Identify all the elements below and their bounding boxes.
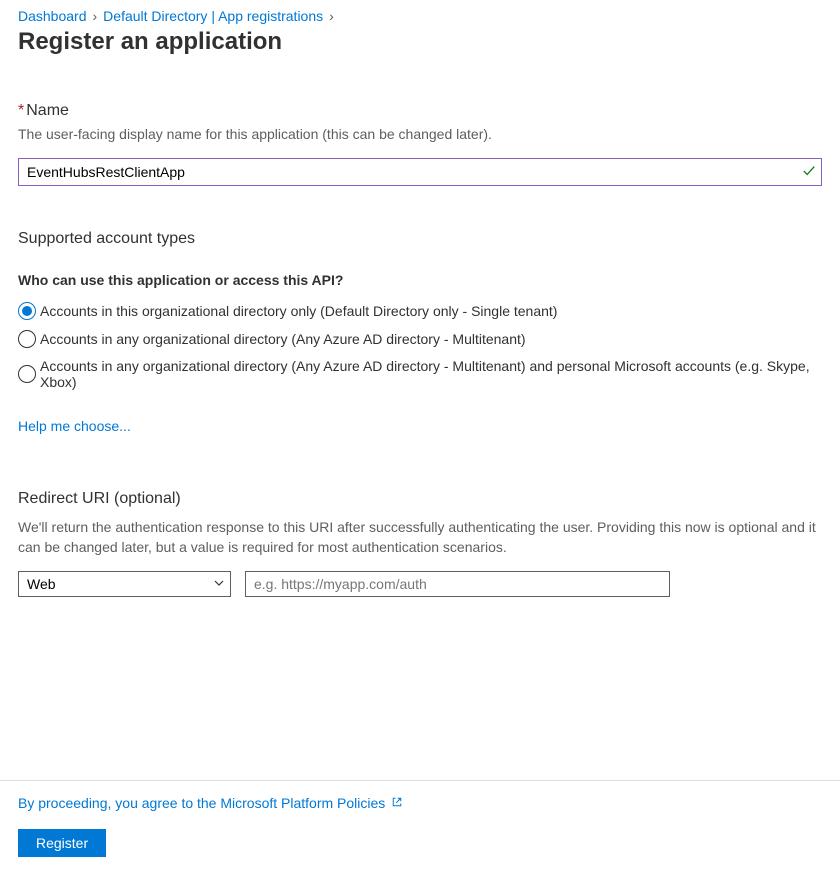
name-label-text: Name — [26, 102, 69, 119]
platform-select[interactable] — [18, 571, 231, 597]
breadcrumb: Dashboard › Default Directory | App regi… — [18, 8, 822, 24]
chevron-right-icon: › — [91, 8, 100, 24]
account-types-section: Supported account types Who can use this… — [18, 230, 822, 434]
radio-icon[interactable] — [18, 365, 36, 383]
account-types-title: Supported account types — [18, 230, 822, 248]
account-type-option-multitenant[interactable]: Accounts in any organizational directory… — [18, 330, 822, 348]
external-link-icon — [391, 795, 403, 811]
breadcrumb-dashboard[interactable]: Dashboard — [18, 8, 87, 24]
breadcrumb-directory[interactable]: Default Directory | App registrations — [103, 8, 323, 24]
redirect-uri-title: Redirect URI (optional) — [18, 490, 822, 508]
help-me-choose-link[interactable]: Help me choose... — [18, 418, 131, 434]
checkmark-icon — [802, 164, 816, 181]
redirect-uri-section: Redirect URI (optional) We'll return the… — [18, 490, 822, 597]
chevron-right-icon: › — [327, 8, 336, 24]
name-input[interactable] — [18, 158, 822, 186]
name-label: *Name — [18, 102, 822, 120]
radio-label: Accounts in this organizational director… — [36, 303, 557, 319]
required-star-icon: * — [18, 102, 24, 119]
account-type-option-single-tenant[interactable]: Accounts in this organizational director… — [18, 302, 822, 320]
account-type-option-multitenant-personal[interactable]: Accounts in any organizational directory… — [18, 358, 822, 390]
name-help-text: The user-facing display name for this ap… — [18, 126, 822, 142]
redirect-uri-desc: We'll return the authentication response… — [18, 518, 822, 557]
policy-link-text: By proceeding, you agree to the Microsof… — [18, 795, 385, 811]
platform-policies-link[interactable]: By proceeding, you agree to the Microsof… — [18, 795, 403, 811]
footer: By proceeding, you agree to the Microsof… — [0, 780, 840, 877]
radio-icon[interactable] — [18, 330, 36, 348]
radio-label: Accounts in any organizational directory… — [36, 331, 526, 347]
redirect-uri-input[interactable] — [245, 571, 670, 597]
page-title: Register an application — [18, 28, 822, 56]
radio-icon[interactable] — [18, 302, 36, 320]
account-types-subheading: Who can use this application or access t… — [18, 272, 822, 288]
radio-label: Accounts in any organizational directory… — [36, 358, 822, 390]
name-section: *Name The user-facing display name for t… — [18, 102, 822, 186]
register-button[interactable]: Register — [18, 829, 106, 857]
